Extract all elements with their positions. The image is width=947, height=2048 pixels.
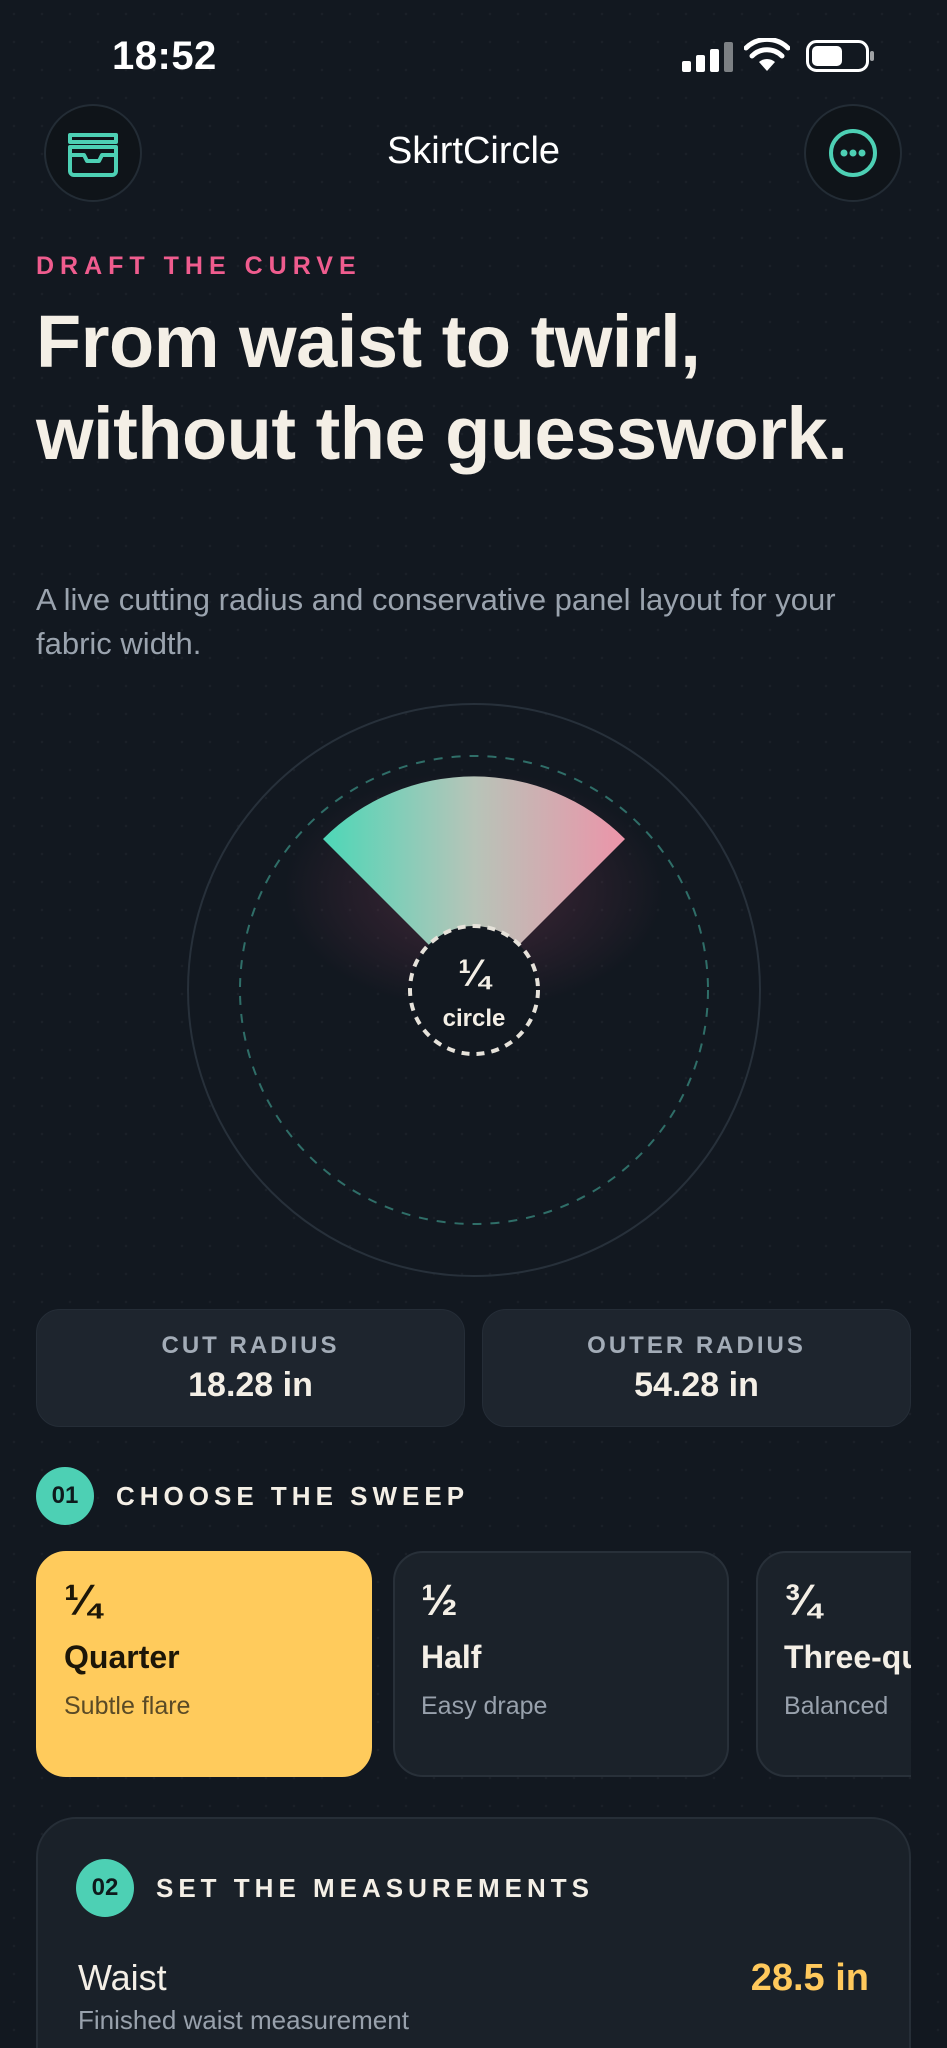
signal-icon: [682, 42, 734, 72]
section-title: SET THE MEASUREMENTS: [156, 1873, 595, 1903]
more-dots-icon: [829, 129, 877, 177]
waist-value[interactable]: 28.5 in: [751, 1957, 869, 2000]
sweep-option-three-quarter[interactable]: ¾ Three-quarter Balanced: [756, 1551, 911, 1777]
sweep-name: Quarter: [64, 1639, 180, 1675]
battery-icon: [806, 40, 874, 72]
sweep-options: ¼ Quarter Subtle flare ½ Half Easy drape…: [36, 1551, 911, 1777]
sweep-desc: Subtle flare: [64, 1692, 191, 1720]
waist-label: Waist: [78, 1957, 167, 1998]
more-button[interactable]: [804, 104, 902, 202]
skirt-preview-dial: ¼ circle: [187, 703, 761, 1277]
sweep-desc: Easy drape: [421, 1692, 548, 1720]
measurements-panel: 02 SET THE MEASUREMENTS Waist Finished w…: [36, 1817, 911, 2048]
sweep-name: Three-quarter: [784, 1639, 911, 1675]
hero-eyebrow: DRAFT THE CURVE: [36, 252, 362, 280]
waist-sublabel: Finished waist measurement: [78, 2005, 409, 2035]
sweep-fraction: ¾: [784, 1576, 821, 1625]
sweep-desc: Balanced: [784, 1692, 889, 1720]
section-title: CHOOSE THE SWEEP: [116, 1481, 470, 1511]
hero-headline: From waist to twirl, without the guesswo…: [36, 300, 848, 475]
sweep-option-quarter[interactable]: ¼ Quarter Subtle flare: [36, 1551, 372, 1777]
sweep-name: Half: [421, 1639, 482, 1675]
step-badge: 01: [36, 1467, 94, 1525]
dial-label: circle: [443, 1005, 506, 1032]
dial-fraction: ¼: [458, 953, 493, 995]
status-bar: 18:52: [0, 0, 947, 110]
stat-value: 54.28 in: [634, 1366, 759, 1404]
stat-label: CUT RADIUS: [161, 1332, 340, 1359]
cut-radius-card: CUT RADIUS 18.28 in: [36, 1309, 465, 1427]
stat-label: OUTER RADIUS: [587, 1332, 806, 1359]
sweep-fraction: ½: [421, 1576, 458, 1625]
step-badge: 02: [76, 1859, 134, 1917]
wifi-icon: [744, 38, 790, 71]
status-time: 18:52: [112, 34, 217, 78]
top-nav: SkirtCircle: [0, 104, 947, 204]
hero-subtitle: A live cutting radius and conservative p…: [36, 582, 836, 661]
outer-radius-card: OUTER RADIUS 54.28 in: [482, 1309, 911, 1427]
sweep-fraction: ¼: [64, 1576, 101, 1625]
stat-value: 18.28 in: [188, 1366, 313, 1404]
sweep-option-half[interactable]: ½ Half Easy drape: [393, 1551, 729, 1777]
